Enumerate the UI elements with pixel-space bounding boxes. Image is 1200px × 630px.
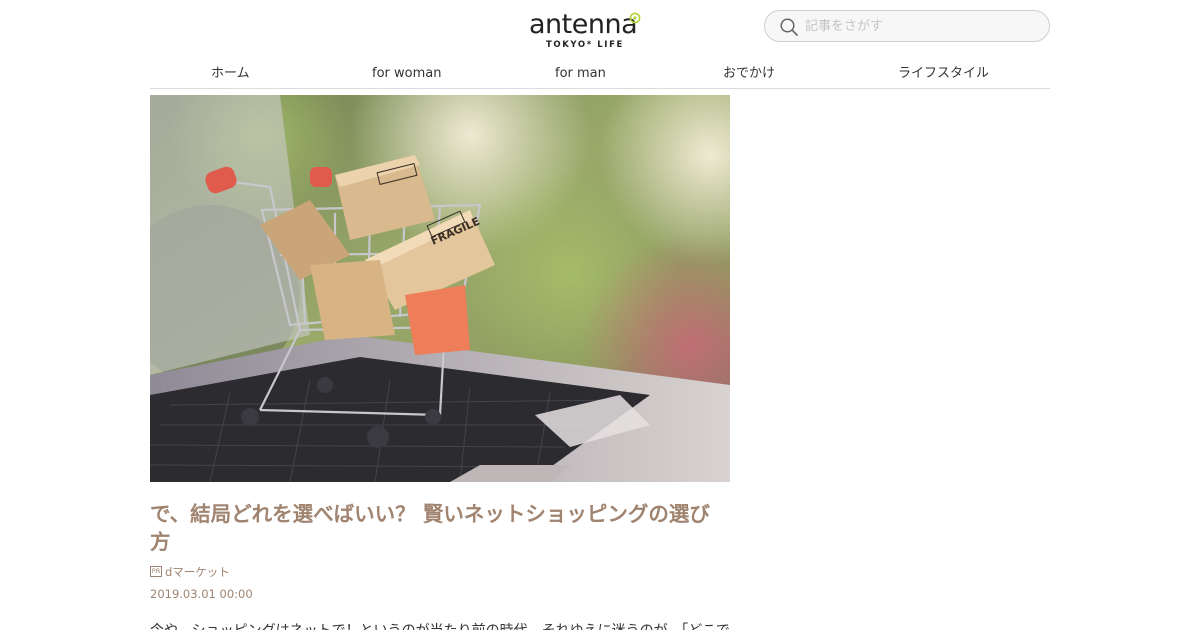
- nav-item-lifestyle[interactable]: ライフスタイル: [898, 66, 989, 82]
- logo-tagline: TOKYO* LIFE: [546, 40, 624, 50]
- search-input[interactable]: [805, 16, 1035, 36]
- logo-mark-icon: [629, 12, 641, 24]
- site-logo[interactable]: antenna TOKYO* LIFE: [529, 10, 643, 54]
- pr-badge: PR: [150, 566, 162, 577]
- main-nav: ホーム for woman for man おでかけ ライフスタイル: [150, 60, 1050, 89]
- logo-wordmark: antenna: [529, 9, 638, 40]
- search-box[interactable]: [764, 10, 1050, 42]
- nav-item-home[interactable]: ホーム: [211, 66, 250, 82]
- article-title[interactable]: で、結局どれを選べばいい？ 賢いネットショッピングの選び方: [150, 500, 730, 556]
- article-source[interactable]: PR dマーケット: [150, 564, 230, 580]
- article-date: 2019.03.01 00:00: [150, 587, 253, 601]
- nav-item-odekake[interactable]: おでかけ: [723, 66, 775, 82]
- nav-item-for-woman[interactable]: for woman: [372, 66, 441, 82]
- article-lead: 今や、ショッピングはネットで！というのが当たり前の時代。それゆえに迷うのが、「ど…: [150, 621, 730, 630]
- article-hero-image[interactable]: FRAGILE: [150, 95, 730, 482]
- nav-item-for-man[interactable]: for man: [555, 66, 606, 82]
- source-name: dマーケット: [165, 565, 230, 579]
- hero-photo: FRAGILE: [150, 95, 730, 482]
- site-header: antenna TOKYO* LIFE: [0, 0, 1200, 60]
- search-icon[interactable]: [779, 17, 799, 37]
